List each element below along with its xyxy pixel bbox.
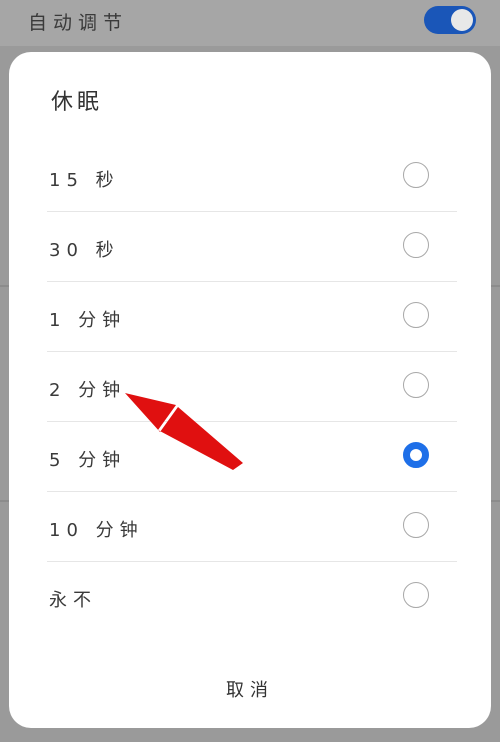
sleep-options-list: 15 秒 30 秒 1 分钟 2 分钟 5 分钟 10 分钟 永不 (47, 142, 457, 632)
background-setting-row: 自动调节 (0, 0, 500, 46)
option-label: 5 分钟 (49, 450, 127, 471)
radio-button[interactable] (403, 372, 429, 398)
option-never[interactable]: 永不 (47, 562, 457, 632)
option-1-minute[interactable]: 1 分钟 (47, 282, 457, 352)
radio-button[interactable] (403, 232, 429, 258)
option-label: 15 秒 (49, 170, 120, 191)
watermark: Baidu 经验 (410, 715, 472, 729)
option-label: 永不 (49, 590, 97, 611)
radio-button[interactable] (403, 162, 429, 188)
option-label: 30 秒 (49, 240, 120, 261)
radio-button[interactable] (403, 442, 429, 468)
sleep-dialog: 休眠 15 秒 30 秒 1 分钟 2 分钟 5 分钟 10 分钟 永不 取消 (9, 52, 491, 728)
radio-button[interactable] (403, 512, 429, 538)
toggle-knob (451, 9, 473, 31)
radio-button[interactable] (403, 582, 429, 608)
option-label: 1 分钟 (49, 310, 127, 331)
cancel-button[interactable]: 取消 (209, 676, 291, 706)
dialog-title: 休眠 (51, 90, 104, 115)
option-5-minutes[interactable]: 5 分钟 (47, 422, 457, 492)
auto-adjust-toggle[interactable] (424, 6, 476, 34)
option-2-minutes[interactable]: 2 分钟 (47, 352, 457, 422)
radio-button[interactable] (403, 302, 429, 328)
setting-label-auto-adjust: 自动调节 (28, 12, 129, 34)
option-15-seconds[interactable]: 15 秒 (47, 142, 457, 212)
option-10-minutes[interactable]: 10 分钟 (47, 492, 457, 562)
option-label: 2 分钟 (49, 380, 127, 401)
option-30-seconds[interactable]: 30 秒 (47, 212, 457, 282)
option-label: 10 分钟 (49, 520, 144, 541)
